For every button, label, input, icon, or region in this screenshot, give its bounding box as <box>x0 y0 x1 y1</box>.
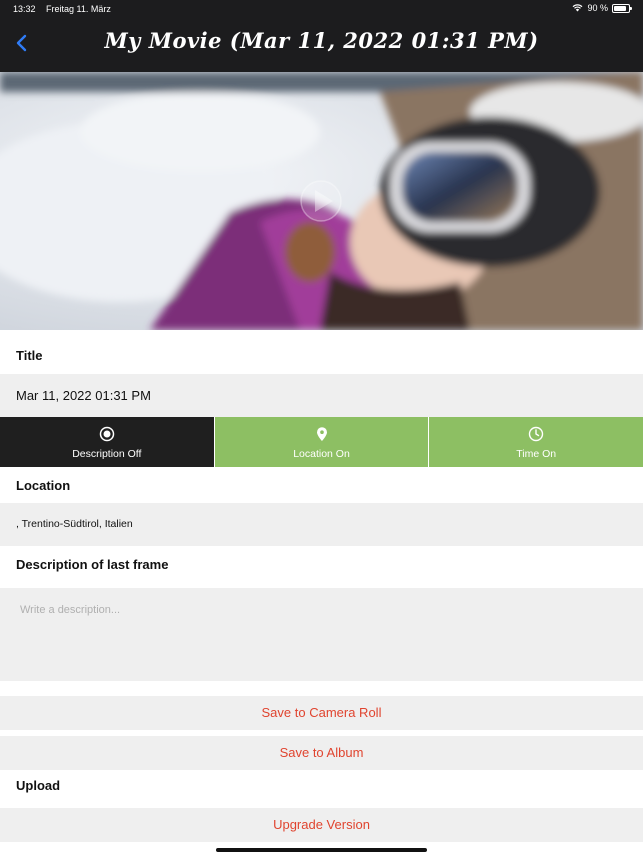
page-title: My Movie (Mar 11, 2022 01:31 PM) <box>104 28 539 53</box>
battery-icon <box>612 3 632 13</box>
description-label: Description of last frame <box>16 557 169 572</box>
clock-icon <box>528 426 544 442</box>
location-field[interactable]: , Trentino-Südtirol, Italien <box>0 503 643 546</box>
time-toggle-label: Time On <box>516 448 557 460</box>
upgrade-version-button[interactable]: Upgrade Version <box>0 808 643 842</box>
location-value: , Trentino-Südtirol, Italien <box>16 518 133 530</box>
location-toggle-label: Location On <box>293 448 350 460</box>
location-toggle[interactable]: Location On <box>213 417 429 467</box>
upload-label: Upload <box>16 778 61 793</box>
time-toggle[interactable]: Time On <box>428 417 643 467</box>
chevron-left-icon <box>16 34 27 52</box>
back-button[interactable] <box>12 30 32 56</box>
video-preview[interactable] <box>0 72 643 330</box>
option-toggles: Description Off Location On Time On <box>0 417 643 467</box>
home-indicator[interactable] <box>216 848 427 852</box>
status-bar: 13:32 Freitag 11. März 90 % <box>0 0 643 18</box>
wifi-icon <box>573 4 583 12</box>
description-placeholder: Write a description... <box>20 604 121 616</box>
battery-percent: 90 % <box>587 3 608 13</box>
save-album-button[interactable]: Save to Album <box>0 736 643 770</box>
upload-section-label: Upload <box>0 771 643 807</box>
status-right: 90 % <box>572 3 632 13</box>
navigation-bar: My Movie (Mar 11, 2022 01:31 PM) <box>0 18 643 72</box>
title-section-label: Title <box>0 330 643 374</box>
play-icon <box>300 180 342 222</box>
status-time: 13:32 <box>13 4 36 14</box>
record-icon <box>99 426 115 442</box>
description-toggle[interactable]: Description Off <box>0 417 214 467</box>
status-date: Freitag 11. März <box>46 4 111 14</box>
description-section-label: Description of last frame <box>0 546 643 588</box>
video-frame-image <box>0 72 643 330</box>
title-label: Title <box>16 348 43 363</box>
location-pin-icon <box>316 427 327 441</box>
title-value: Mar 11, 2022 01:31 PM <box>16 388 151 403</box>
location-label: Location <box>16 478 71 493</box>
save-camera-roll-button[interactable]: Save to Camera Roll <box>0 696 643 730</box>
title-field[interactable]: Mar 11, 2022 01:31 PM <box>0 374 643 417</box>
location-section-label: Location <box>0 467 643 503</box>
description-toggle-label: Description Off <box>72 448 142 460</box>
description-input[interactable]: Write a description... <box>0 588 643 681</box>
